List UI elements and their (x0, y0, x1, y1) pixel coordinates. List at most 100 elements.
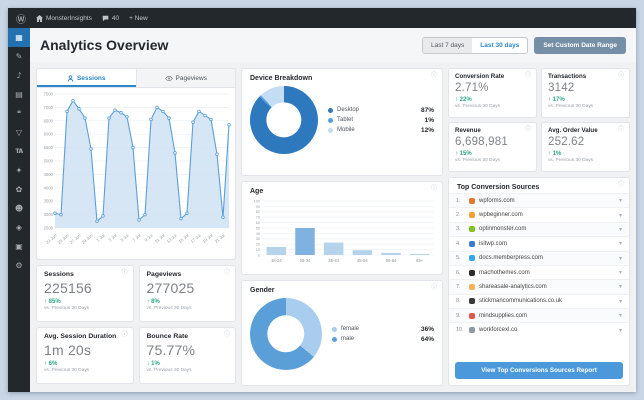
source-row[interactable]: 6. machothemes.com ▾ (449, 264, 629, 279)
age-card: ⓘ Age 0 10 20 30 40 50 60 70 80 90 100 18-24 25-34 35… (241, 181, 443, 275)
stat-value: 3142 (548, 82, 575, 94)
chevron-down-icon[interactable]: ▾ (619, 240, 622, 247)
svg-text:15 Jul: 15 Jul (178, 233, 190, 244)
svg-text:6000: 6000 (44, 132, 54, 137)
legend-label: Mobile (337, 127, 355, 133)
svg-text:5500: 5500 (44, 145, 54, 150)
source-row[interactable]: 1. wpforms.com ▾ (449, 193, 629, 208)
set-custom-date-range-button[interactable]: Set Custom Date Range (534, 36, 626, 54)
sidebar-item-media[interactable]: ♪ (8, 66, 30, 85)
sidebar-item-posts[interactable]: ✎ (8, 47, 30, 66)
stat-vs-label: vs. Previous 30 Days (455, 104, 501, 109)
svg-text:7 Jul: 7 Jul (131, 233, 141, 243)
source-domain: machothemes.com (479, 269, 530, 276)
comments-count: 40 (111, 14, 120, 22)
chevron-down-icon[interactable]: ▾ (619, 226, 622, 233)
sidebar-item-feedback[interactable]: ▽ (8, 123, 30, 142)
chevron-down-icon[interactable]: ▾ (619, 283, 622, 290)
sidebar-item-tools[interactable]: ◈ (8, 218, 30, 237)
comments-link[interactable]: 40 (102, 15, 119, 22)
sidebar-item-appearance[interactable]: ✿ (8, 180, 30, 199)
source-row[interactable]: 4. isitwp.com ▾ (449, 236, 629, 250)
stat-change: ↑ 15% (455, 151, 472, 157)
chevron-down-icon[interactable]: ▾ (619, 255, 622, 262)
pageviews-stat-card: ⓘ Pageviews 277025 ↑ 8% vs. Previous 30 … (138, 265, 236, 322)
sidebar-item-settings[interactable]: ⚙ (8, 256, 30, 275)
svg-text:21 Jul: 21 Jul (214, 233, 226, 244)
tab-sessions[interactable]: Sessions (37, 69, 136, 87)
info-icon[interactable]: ⓘ (121, 332, 127, 338)
source-row[interactable]: 9. mindsupplies.com ▾ (449, 308, 629, 323)
chevron-down-icon[interactable]: ▾ (619, 298, 622, 305)
device-legend: Desktop 87% Tablet 1% Mobile 12% (328, 104, 434, 137)
source-row[interactable]: 3. optinmonster.com ▾ (449, 221, 629, 237)
legend-value: 64% (420, 335, 434, 343)
wordpress-logo-icon[interactable]: Ⓦ (16, 11, 26, 26)
chevron-down-icon[interactable]: ▾ (619, 312, 622, 319)
chevron-down-icon[interactable]: ▾ (619, 269, 622, 276)
stat-value: 75.77% (146, 342, 196, 358)
legend-row: Mobile 12% (328, 127, 434, 134)
last-7-days-button[interactable]: Last 7 days (423, 37, 473, 53)
info-icon[interactable]: ⓘ (525, 73, 531, 79)
source-row[interactable]: 10. workforcexl.co ▾ (449, 322, 629, 336)
stat-label: Pageviews (146, 271, 182, 278)
legend-dot (328, 127, 333, 133)
source-domain: wpforms.com (479, 197, 515, 204)
svg-text:4000: 4000 (44, 185, 54, 190)
info-icon[interactable]: ⓘ (525, 127, 531, 133)
source-row[interactable]: 2. wpbeginner.com ▾ (449, 207, 629, 221)
sidebar-item-analytics[interactable]: ▣ (8, 237, 30, 256)
info-icon[interactable]: ⓘ (618, 73, 624, 79)
info-icon[interactable]: ⓘ (431, 285, 437, 291)
card-title: Device Breakdown (250, 75, 313, 82)
view-sources-report-button[interactable]: View Top Conversions Sources Report (455, 362, 623, 379)
info-icon[interactable]: ⓘ (618, 182, 624, 188)
stat-label: Conversion Rate (455, 73, 505, 80)
right-column: ⓘ Conversion Rate 2.71% ↑ 22% vs. Previo… (448, 68, 630, 386)
comment-bubble-icon (102, 15, 109, 21)
sidebar-item-insights[interactable]: ▦ (8, 28, 30, 47)
sidebar-item-users[interactable]: ☻ (8, 199, 30, 218)
tab-pageviews[interactable]: Pageviews (135, 69, 235, 87)
left-column: Sessions Pageviews 2500 3000 3500 4000 4500 5… (36, 68, 236, 386)
sidebar-item-plugins[interactable]: ✦ (8, 161, 30, 180)
source-rank: 4. (456, 240, 461, 247)
sidebar-item-pages[interactable]: ▤ (8, 85, 30, 104)
svg-text:3000: 3000 (44, 212, 54, 217)
source-row[interactable]: 5. docs.memberpress.com ▾ (449, 250, 629, 265)
legend-value: 12% (420, 126, 434, 134)
chevron-down-icon[interactable]: ▾ (619, 212, 622, 219)
svg-text:19 Jul: 19 Jul (202, 233, 214, 244)
favicon-icon (469, 240, 475, 247)
sidebar-item-comments[interactable]: ❝ (8, 104, 30, 123)
sidebar-item-thirsty-affiliates[interactable]: TA (8, 142, 30, 161)
stat-label: Transactions (548, 73, 587, 80)
last-30-days-button[interactable]: Last 30 days (472, 37, 528, 53)
source-row[interactable]: 8. stickmancommunications.co.uk ▾ (449, 293, 629, 308)
svg-text:29 Jun: 29 Jun (81, 233, 95, 246)
chevron-down-icon[interactable]: ▾ (619, 197, 622, 204)
sources-list: 1. wpforms.com ▾ 2. wpbeginner.com ▾ 3. optinmo… (449, 193, 629, 358)
conversion-rate-card: ⓘ Conversion Rate 2.71% ↑ 22% vs. Previo… (448, 68, 537, 118)
stat-change: ↑ 85% (44, 299, 61, 305)
info-icon[interactable]: ⓘ (224, 332, 230, 338)
svg-text:7000: 7000 (44, 105, 54, 110)
source-rank: 5. (456, 255, 461, 262)
site-home-link[interactable]: MonsterInsights (36, 14, 92, 22)
info-icon[interactable]: ⓘ (618, 127, 624, 133)
chevron-down-icon[interactable]: ▾ (619, 327, 622, 334)
legend-label: Tablet (337, 117, 354, 123)
svg-text:6500: 6500 (44, 118, 54, 123)
info-icon[interactable]: ⓘ (121, 270, 127, 276)
info-icon[interactable]: ⓘ (431, 73, 437, 79)
info-icon[interactable]: ⓘ (224, 270, 230, 276)
source-row[interactable]: 7. shareasale-analytics.com ▾ (449, 279, 629, 294)
info-icon[interactable]: ⓘ (431, 186, 437, 192)
new-content-button[interactable]: + New (129, 15, 148, 22)
svg-text:17 Jul: 17 Jul (190, 233, 202, 244)
stat-vs-label: vs. Previous 30 Days (548, 104, 594, 109)
svg-text:1 Jul: 1 Jul (95, 233, 105, 243)
legend-value: 1% (424, 116, 434, 124)
favicon-icon (469, 255, 475, 262)
